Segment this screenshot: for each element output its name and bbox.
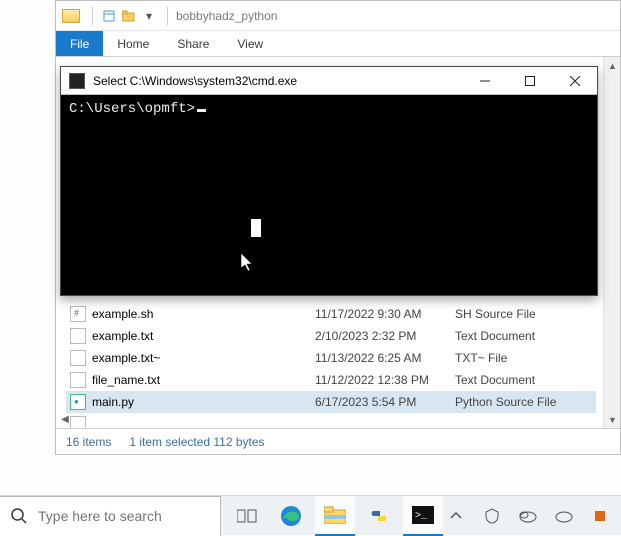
tray-onedrive2-icon[interactable] xyxy=(551,503,577,529)
file-name: example.txt xyxy=(92,329,153,343)
tab-file[interactable]: File xyxy=(56,31,103,56)
file-date: 2/10/2023 2:32 PM xyxy=(315,329,455,343)
minimize-button[interactable] xyxy=(462,67,507,95)
file-date: 11/17/2022 9:30 AM xyxy=(315,307,455,321)
qat-newfolder-icon[interactable] xyxy=(121,8,137,24)
vertical-scrollbar[interactable]: ▲ ▼ xyxy=(603,57,620,428)
app-cmd[interactable]: >_ xyxy=(403,496,443,536)
cmd-window: Select C:\Windows\system32\cmd.exe C:\Us… xyxy=(60,66,598,296)
file-row[interactable]: example.sh 11/17/2022 9:30 AMSH Source Fi… xyxy=(66,303,596,325)
file-icon xyxy=(70,394,86,410)
status-bar: 16 items 1 item selected 112 bytes xyxy=(56,428,620,454)
search-icon xyxy=(10,507,28,525)
taskview-button[interactable] xyxy=(227,496,267,536)
taskbar-pinned-apps: >_ xyxy=(227,496,443,536)
tab-share[interactable]: Share xyxy=(163,31,223,56)
file-row[interactable]: example.txt 2/10/2023 2:32 PMText Documen… xyxy=(66,325,596,347)
file-row[interactable]: main.py 6/17/2023 5:54 PMPython Source Fi… xyxy=(66,391,596,413)
tab-home[interactable]: Home xyxy=(103,31,163,56)
file-list: example.sh 11/17/2022 9:30 AMSH Source Fi… xyxy=(66,303,596,428)
tab-view[interactable]: View xyxy=(223,31,277,56)
cmd-title: Select C:\Windows\system32\cmd.exe xyxy=(93,74,462,88)
file-row[interactable]: example.txt~ 11/13/2022 6:25 AMTXT~ File xyxy=(66,347,596,369)
cmd-prompt: C:\Users\opmft> xyxy=(69,101,195,117)
tray-onedrive-icon[interactable] xyxy=(515,503,541,529)
separator xyxy=(167,7,168,25)
scroll-left-icon[interactable]: ◀ xyxy=(58,412,72,426)
text-cursor-icon xyxy=(197,109,206,112)
file-name: file_name.txt xyxy=(92,373,160,387)
explorer-titlebar[interactable]: ▾ bobbyhadz_python xyxy=(56,1,620,31)
file-row[interactable]: file_name.txt 11/12/2022 12:38 PMText Doc… xyxy=(66,369,596,391)
file-icon xyxy=(70,306,86,322)
tray-security-icon[interactable] xyxy=(479,503,505,529)
app-file-explorer[interactable] xyxy=(315,496,355,536)
file-type: SH Source File xyxy=(455,307,596,321)
qat-properties-icon[interactable] xyxy=(101,8,117,24)
file-name: example.txt~ xyxy=(92,351,160,365)
qat-dropdown-icon[interactable]: ▾ xyxy=(141,8,157,24)
status-selection: 1 item selected 112 bytes xyxy=(129,435,264,449)
tray-app-icon[interactable] xyxy=(587,503,613,529)
tray-chevron-up-icon[interactable] xyxy=(443,503,469,529)
file-name: example.sh xyxy=(92,307,153,321)
file-icon xyxy=(70,416,86,428)
app-python[interactable] xyxy=(359,496,399,536)
scroll-up-icon[interactable]: ▲ xyxy=(604,57,620,74)
file-icon xyxy=(70,350,86,366)
status-item-count: 16 items xyxy=(66,435,111,449)
file-row[interactable] xyxy=(66,413,596,428)
search-input[interactable] xyxy=(38,508,220,524)
folder-icon xyxy=(62,9,80,23)
ribbon-tabs: File Home Share View xyxy=(56,31,620,57)
cmd-body[interactable]: C:\Users\opmft> xyxy=(61,95,597,295)
file-type: Python Source File xyxy=(455,395,596,409)
file-date: 11/13/2022 6:25 AM xyxy=(315,351,455,365)
svg-text:>_: >_ xyxy=(415,511,428,522)
app-edge[interactable] xyxy=(271,496,311,536)
scroll-down-icon[interactable]: ▼ xyxy=(604,411,620,428)
file-date: 6/17/2023 5:54 PM xyxy=(315,395,455,409)
separator xyxy=(92,7,93,25)
window-title: bobbyhadz_python xyxy=(176,9,277,23)
maximize-button[interactable] xyxy=(507,67,552,95)
cmd-icon xyxy=(69,73,85,89)
taskbar-search[interactable] xyxy=(0,496,221,536)
file-name: main.py xyxy=(92,395,134,409)
file-icon xyxy=(70,328,86,344)
file-type: Text Document xyxy=(455,329,596,343)
taskbar: >_ xyxy=(0,495,621,535)
cmd-titlebar[interactable]: Select C:\Windows\system32\cmd.exe xyxy=(61,67,597,95)
file-type: TXT~ File xyxy=(455,351,596,365)
file-type: Text Document xyxy=(455,373,596,387)
selection-block xyxy=(251,219,261,237)
close-button[interactable] xyxy=(552,67,597,95)
taskbar-tray xyxy=(443,503,621,529)
file-icon xyxy=(70,372,86,388)
file-date: 11/12/2022 12:38 PM xyxy=(315,373,455,387)
